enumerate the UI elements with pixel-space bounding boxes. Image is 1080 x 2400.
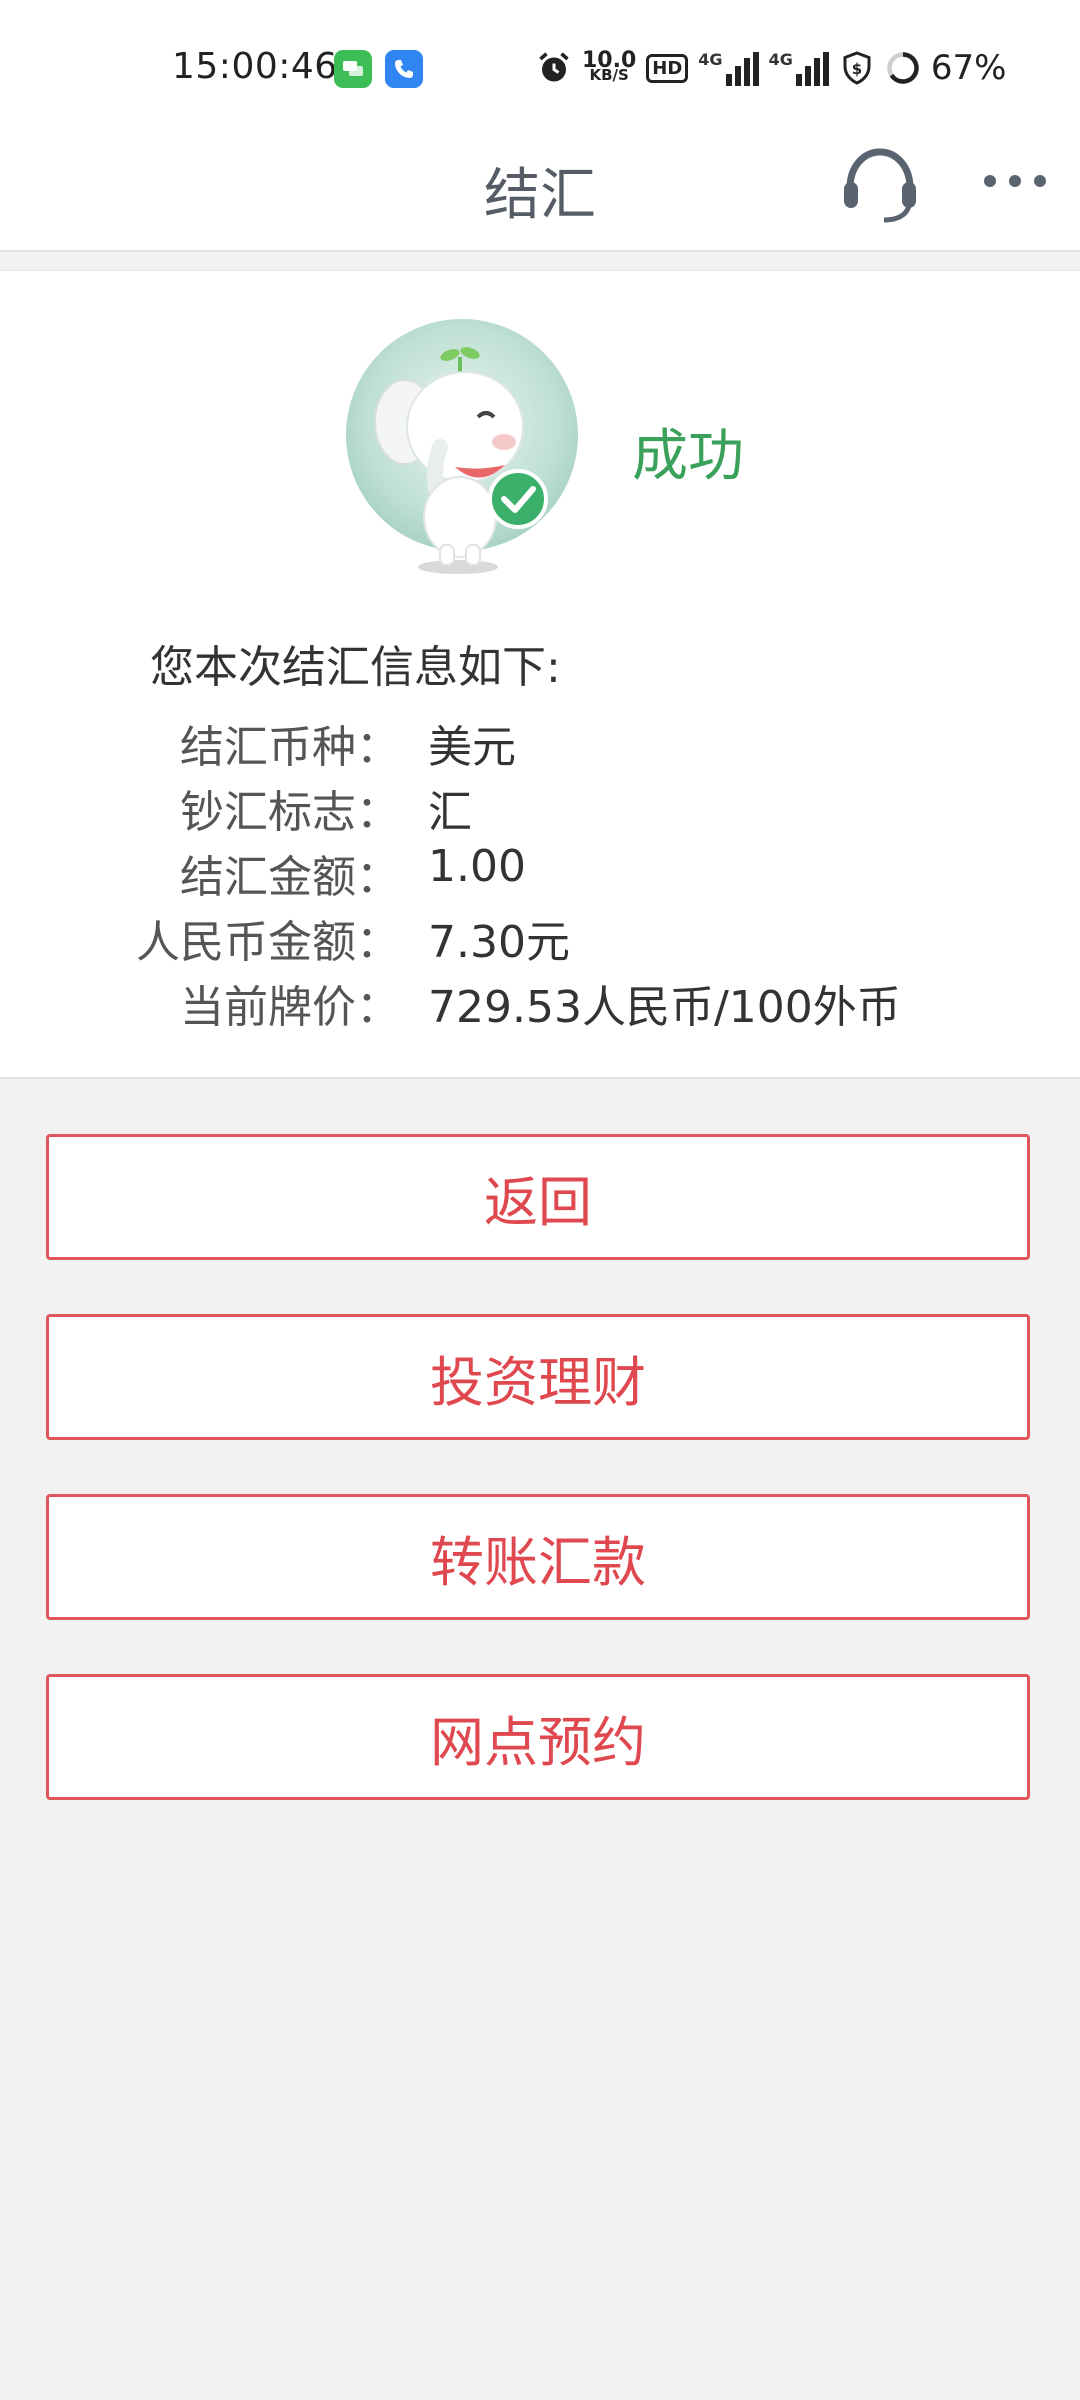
svg-text:$: $ xyxy=(852,60,862,78)
info-row-cash-flag: 钞汇标志： 汇 xyxy=(0,776,1080,838)
investment-button[interactable]: 投资理财 xyxy=(46,1314,1030,1440)
info-row-rate: 当前牌价： 729.53人民币/100外币 xyxy=(0,971,1080,1033)
branch-appointment-button[interactable]: 网点预约 xyxy=(46,1674,1030,1800)
info-label: 钞汇标志： xyxy=(180,787,400,838)
info-label: 人民币金额： xyxy=(136,917,400,968)
battery-level: 67% xyxy=(930,48,1007,88)
elephant-success-mascot xyxy=(346,319,578,574)
info-label: 结汇金额： xyxy=(180,852,400,903)
phone-app-icon xyxy=(385,50,423,88)
customer-service-button[interactable] xyxy=(840,140,920,230)
info-row-currency: 结汇币种： 美元 xyxy=(0,711,1080,773)
info-value: 7.30元 xyxy=(428,917,570,968)
info-row-rmb-amount: 人民币金额： 7.30元 xyxy=(0,906,1080,968)
result-card: 成功 您本次结汇信息如下: 结汇币种： 美元 钞汇标志： 汇 结汇金额： 1.0… xyxy=(0,270,1080,1079)
hd-voice-icon: HD xyxy=(646,53,689,83)
status-label: 成功 xyxy=(632,424,744,489)
messages-app-icon xyxy=(334,50,372,88)
info-value: 汇 xyxy=(428,787,472,838)
info-heading: 您本次结汇信息如下: xyxy=(150,642,561,693)
status-bar: 15:00:46 10.0 KB/S HD 4G 4G $ 67% xyxy=(0,0,1080,130)
info-value: 美元 xyxy=(428,722,516,773)
info-row-amount: 结汇金额： 1.00 xyxy=(0,841,1080,903)
alarm-icon xyxy=(539,52,569,82)
more-dots-icon xyxy=(984,175,1046,187)
app-header: 结汇 xyxy=(0,130,1080,252)
signal-icon: 4G xyxy=(769,50,829,86)
shield-icon: $ xyxy=(843,51,871,85)
info-label: 结汇币种： xyxy=(180,722,400,773)
signal-icon: 4G xyxy=(698,50,759,86)
info-value: 1.00 xyxy=(428,841,526,892)
net-speed: 10.0 KB/S xyxy=(582,48,637,84)
status-time: 15:00:46 xyxy=(172,46,338,87)
more-button[interactable] xyxy=(980,166,1050,196)
transfer-button[interactable]: 转账汇款 xyxy=(46,1494,1030,1620)
info-value: 729.53人民币/100外币 xyxy=(428,982,901,1033)
headset-icon xyxy=(844,148,916,223)
battery-ring-icon xyxy=(887,52,919,84)
back-button[interactable]: 返回 xyxy=(46,1134,1030,1260)
info-label: 当前牌价： xyxy=(180,982,400,1033)
